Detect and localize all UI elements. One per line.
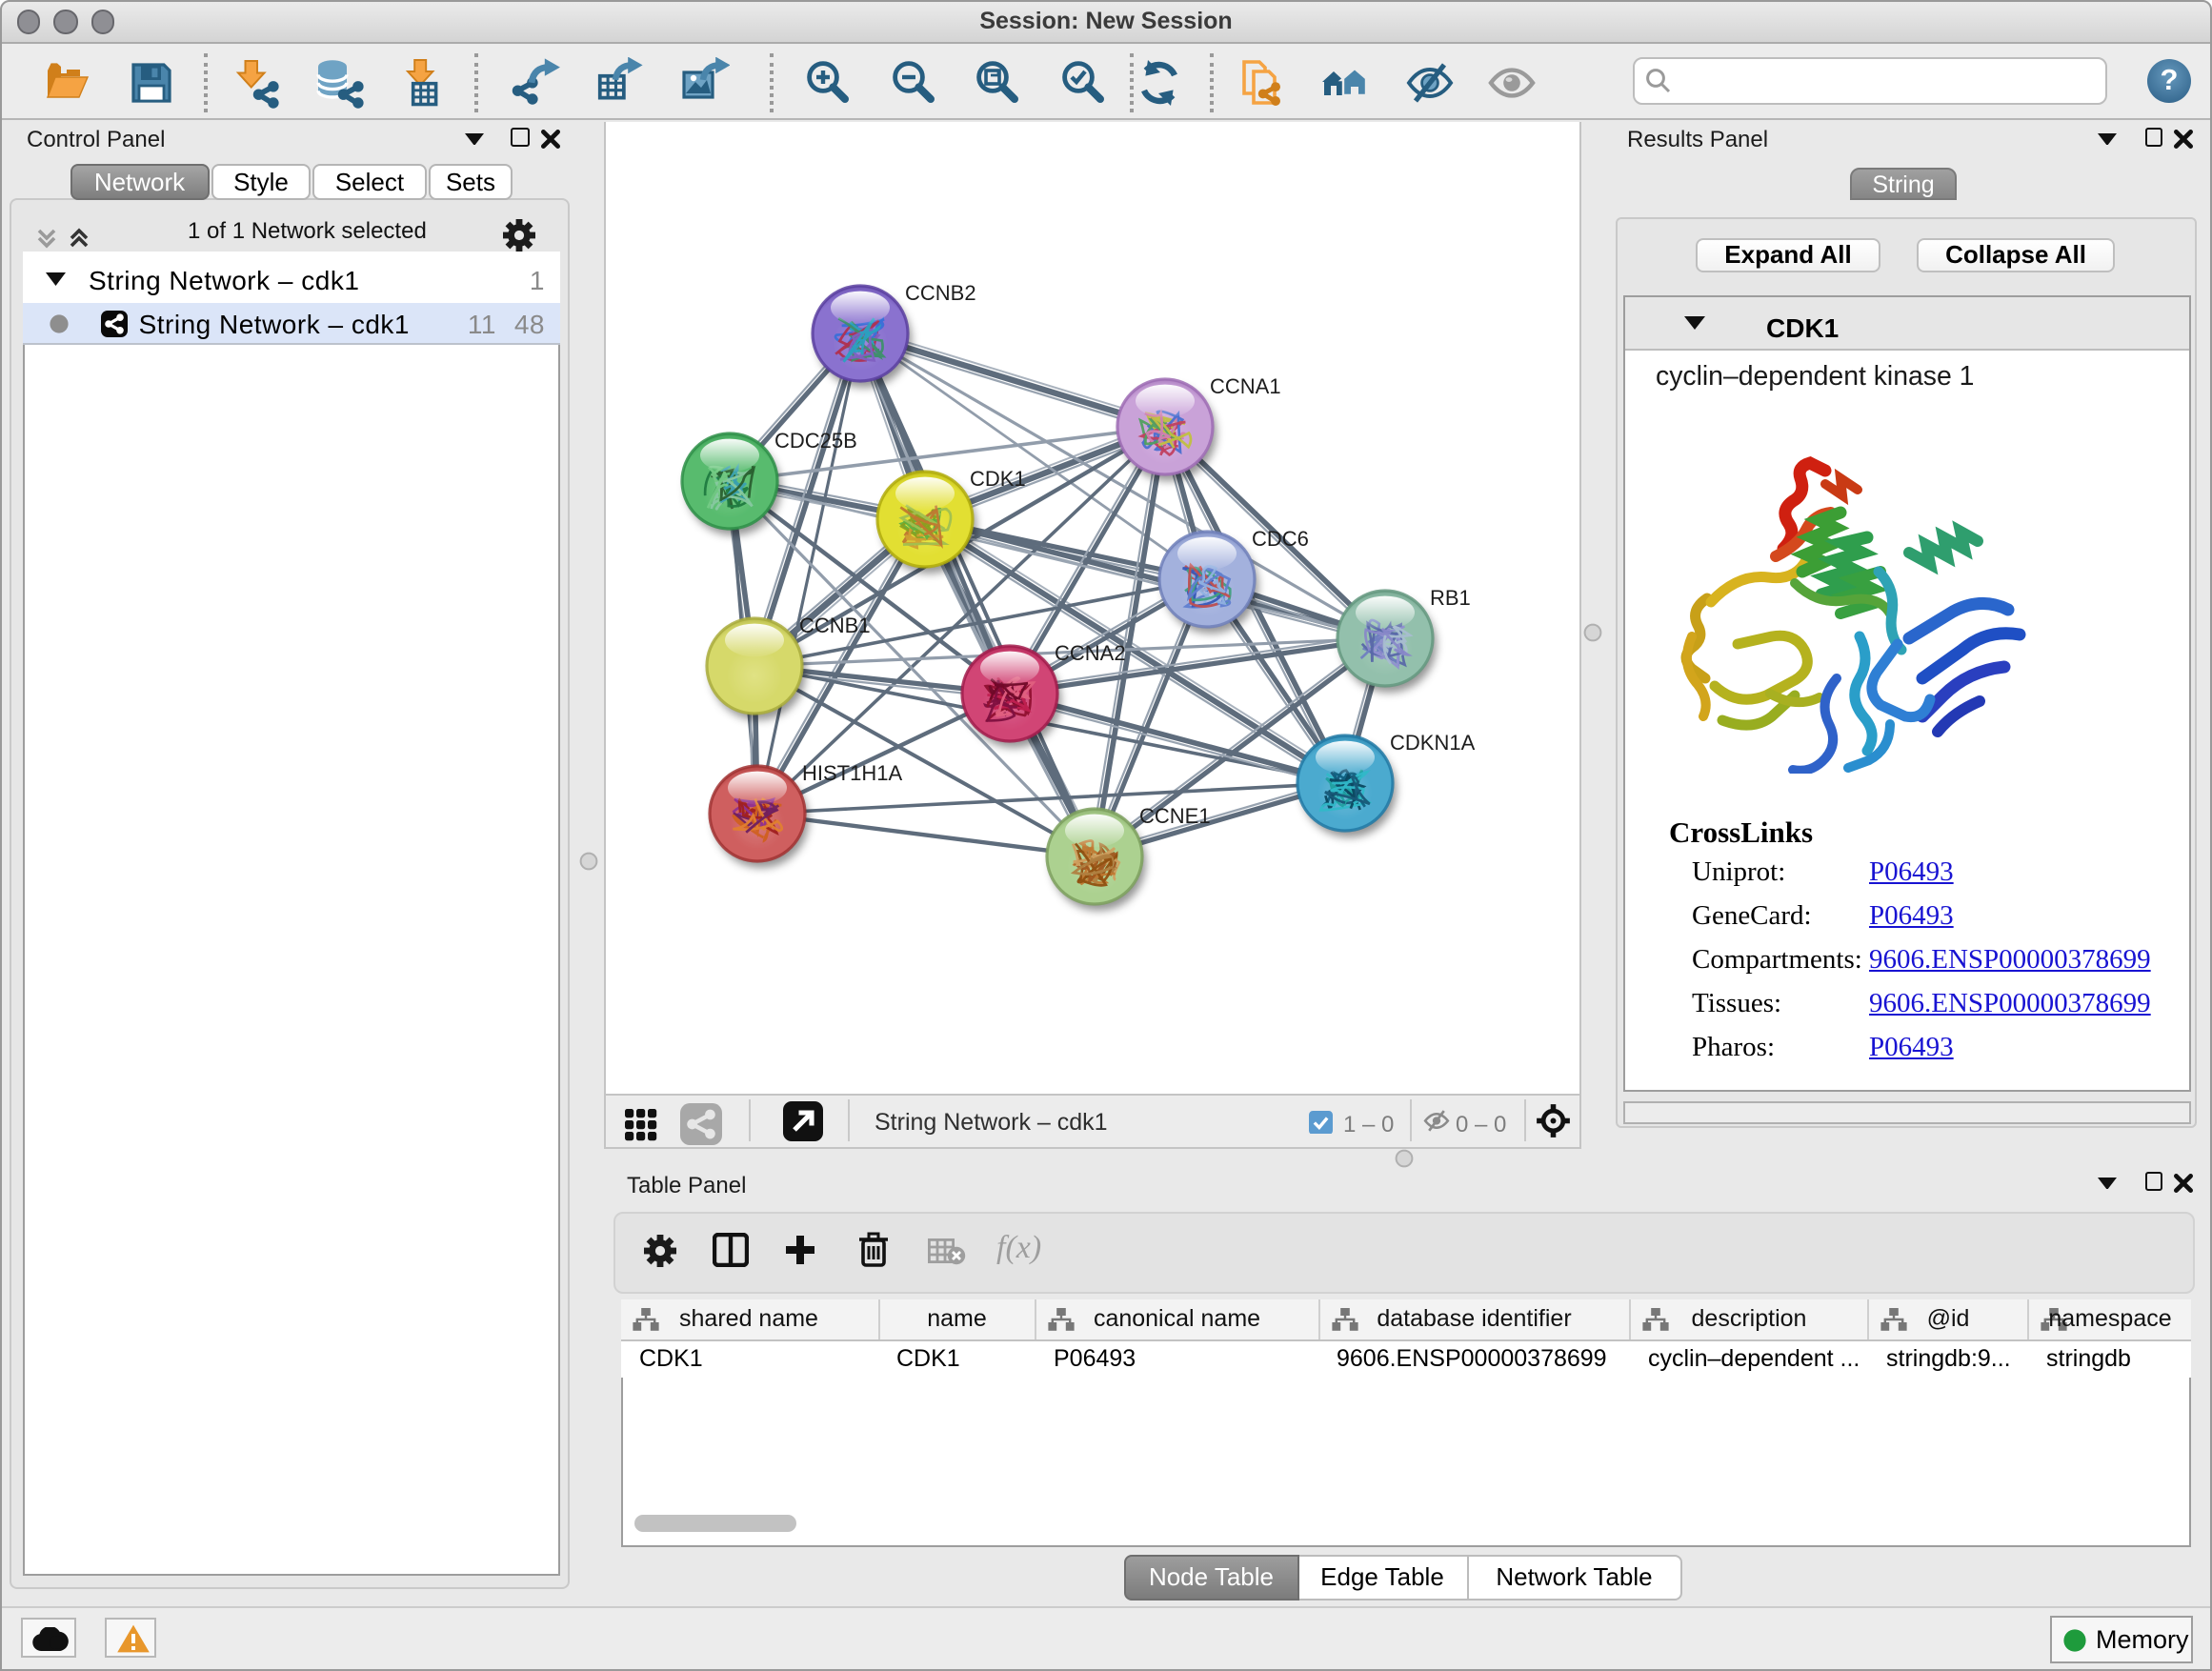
svg-text:CDC25B: CDC25B (774, 428, 856, 452)
svg-text:CCNA1: CCNA1 (1209, 373, 1280, 397)
svg-text:CCNE1: CCNE1 (1138, 803, 1210, 827)
svg-text:CCNA2: CCNA2 (1054, 640, 1125, 664)
svg-text:CCNB1: CCNB1 (798, 613, 870, 636)
svg-text:CDK1: CDK1 (969, 466, 1025, 490)
svg-text:RB1: RB1 (1429, 585, 1470, 609)
svg-text:CDKN1A: CDKN1A (1389, 730, 1475, 754)
svg-text:HIST1H1A: HIST1H1A (801, 760, 901, 784)
svg-text:CDC6: CDC6 (1251, 526, 1308, 550)
svg-text:CCNB2: CCNB2 (904, 280, 975, 304)
